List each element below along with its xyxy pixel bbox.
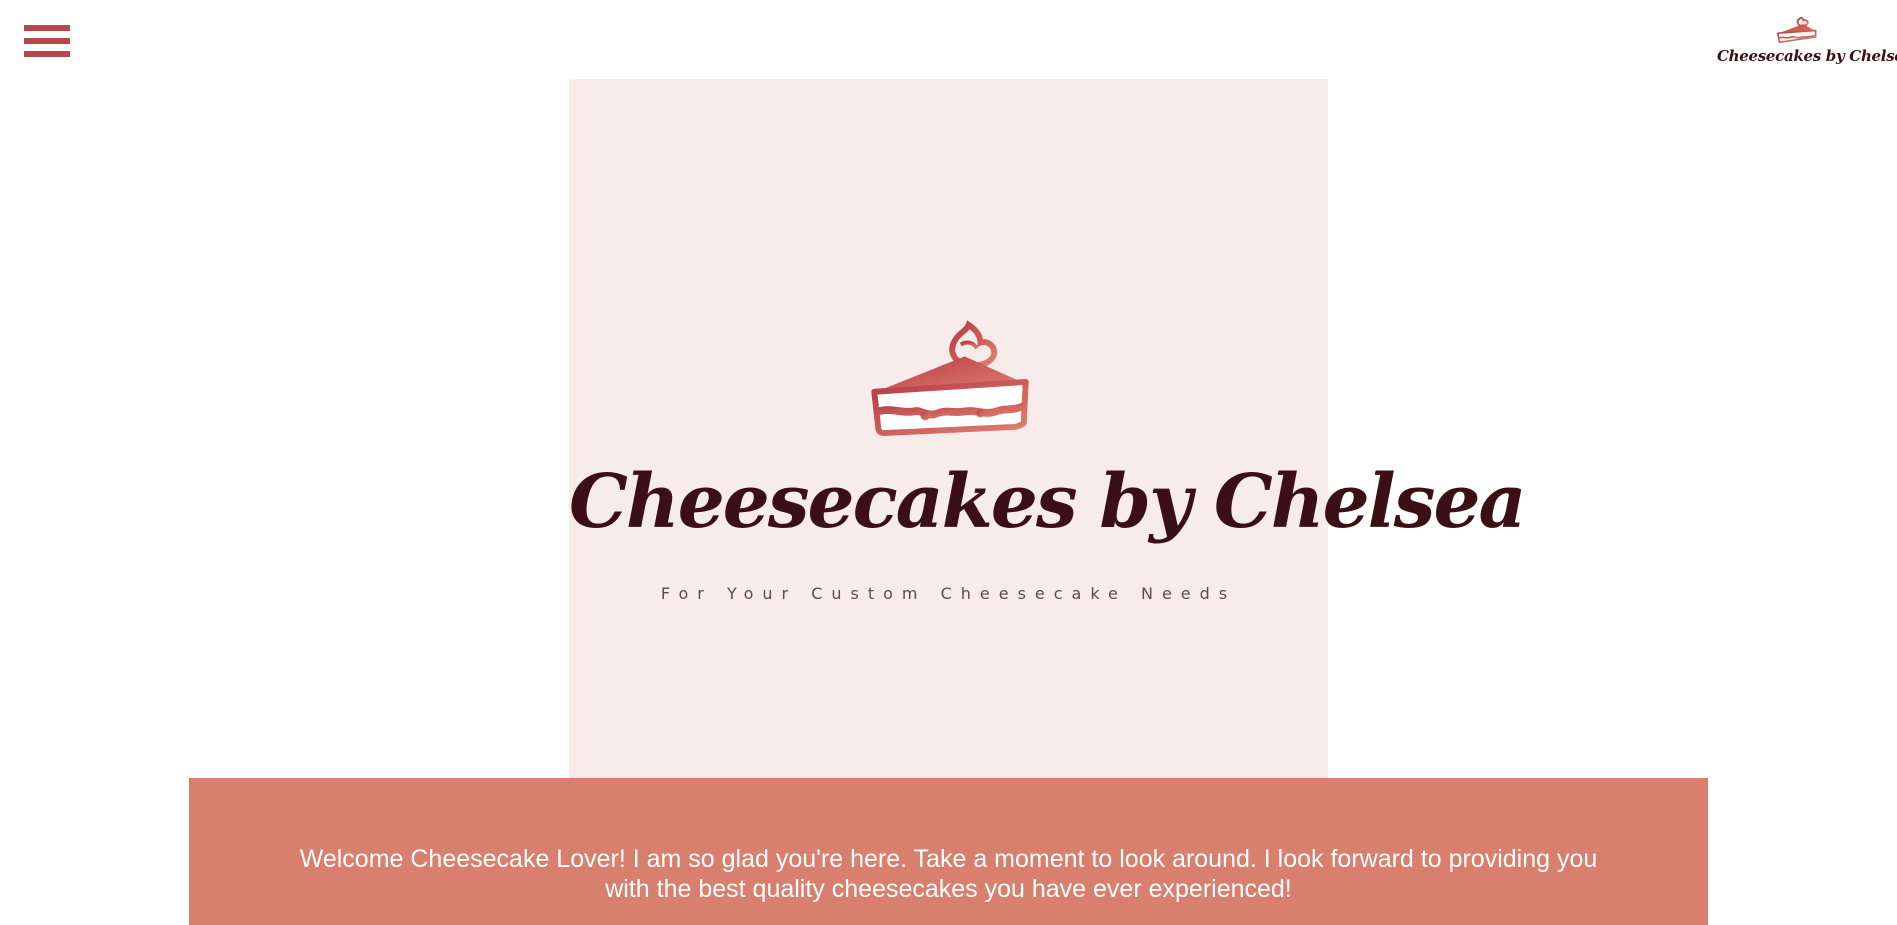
hamburger-menu-button[interactable] bbox=[24, 24, 70, 60]
welcome-message: Welcome Cheesecake Lover! I am so glad y… bbox=[189, 844, 1708, 904]
cheesecake-slice-icon bbox=[1777, 16, 1817, 44]
welcome-line: Welcome Cheesecake Lover! I am so glad y… bbox=[299, 845, 1598, 873]
welcome-line: with the best quality cheesecakes you ha… bbox=[605, 875, 1292, 903]
hamburger-bar bbox=[24, 25, 70, 31]
welcome-section: Welcome Cheesecake Lover! I am so glad y… bbox=[189, 778, 1708, 925]
header-logo[interactable]: Cheesecakes by Chelsea bbox=[1717, 14, 1897, 72]
hero-tagline: For Your Custom Cheesecake Needs bbox=[660, 584, 1237, 603]
page: Cheesecakes by Chelsea Cheesecakes by Ch… bbox=[0, 0, 1897, 925]
hamburger-bar bbox=[24, 51, 70, 57]
hero-panel: Cheesecakes by Chelsea For Your Custom C… bbox=[569, 79, 1526, 779]
header-logo-text: Cheesecakes by Chelsea bbox=[1717, 47, 1897, 65]
hero-title: Cheesecakes by Chelsea bbox=[569, 459, 1526, 545]
hamburger-bar bbox=[24, 38, 70, 44]
cheesecake-slice-icon bbox=[871, 320, 1029, 437]
